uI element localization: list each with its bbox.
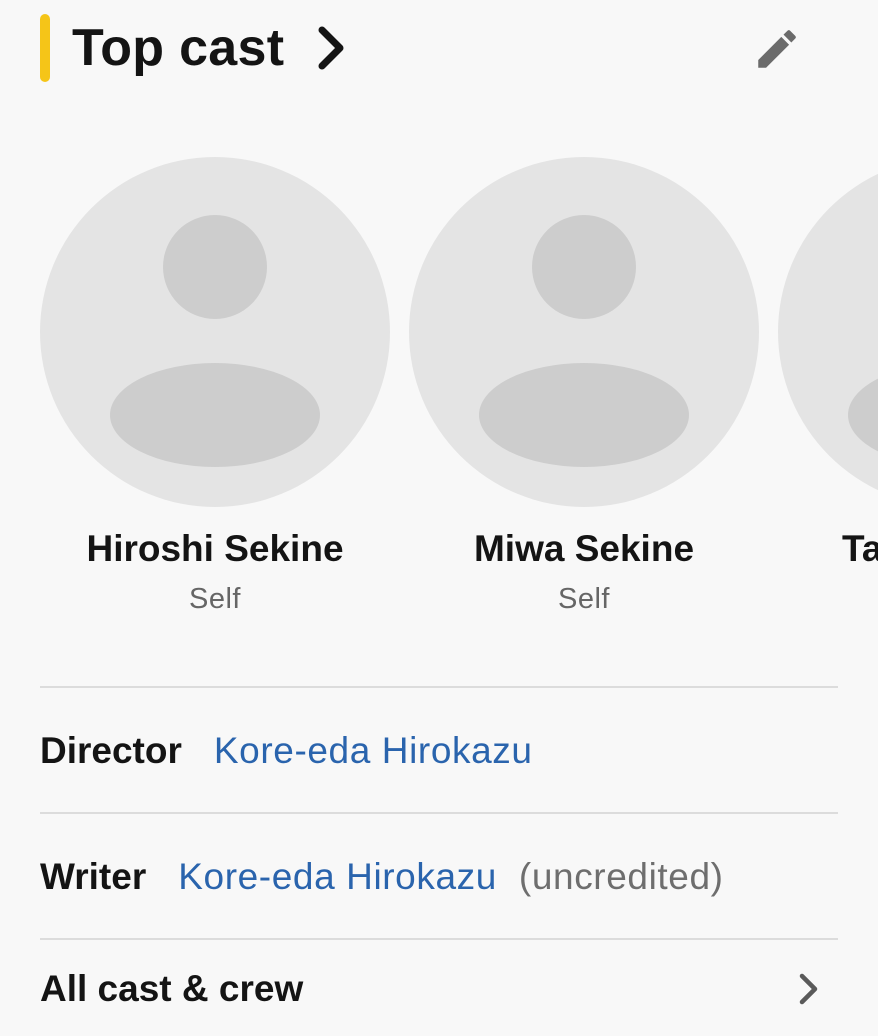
cast-carousel[interactable]: Hiroshi Sekine Self Miwa Sekine Self Ta bbox=[0, 150, 878, 630]
edit-button[interactable] bbox=[748, 22, 806, 80]
divider bbox=[40, 686, 838, 688]
accent-bar bbox=[40, 14, 50, 82]
top-cast-title-link[interactable]: Top cast bbox=[72, 14, 348, 82]
cast-card[interactable]: Hiroshi Sekine Self bbox=[40, 150, 400, 620]
divider bbox=[40, 812, 838, 814]
writer-label: Writer bbox=[40, 856, 147, 897]
cast-name: Ta bbox=[842, 528, 878, 569]
section-header: Top cast bbox=[0, 0, 878, 100]
writer-note: (uncredited) bbox=[518, 856, 724, 897]
chevron-right-icon bbox=[794, 969, 824, 1009]
all-cast-crew-link[interactable]: All cast & crew bbox=[40, 942, 838, 1036]
cast-name: Hiroshi Sekine bbox=[86, 528, 344, 569]
pencil-icon bbox=[752, 24, 802, 79]
section-title: Top cast bbox=[72, 19, 285, 77]
avatar bbox=[40, 157, 390, 507]
writer-row: Writer Kore-eda Hirokazu (uncredited) bbox=[40, 816, 838, 938]
director-row: Director Kore-eda Hirokazu bbox=[40, 690, 838, 812]
cast-card[interactable]: Ta bbox=[778, 150, 878, 620]
all-cast-crew-label: All cast & crew bbox=[40, 968, 304, 1009]
cast-card[interactable]: Miwa Sekine Self bbox=[409, 150, 769, 620]
cast-name: Miwa Sekine bbox=[473, 528, 695, 569]
cast-role: Self bbox=[558, 583, 610, 615]
person-placeholder-icon bbox=[40, 157, 390, 507]
divider bbox=[40, 938, 838, 940]
person-placeholder-icon bbox=[778, 157, 878, 507]
top-cast-section: Top cast Hiroshi Sekine Self Miwa Sekine… bbox=[0, 0, 878, 1036]
director-link[interactable]: Kore-eda Hirokazu bbox=[214, 730, 533, 772]
avatar bbox=[409, 157, 759, 507]
avatar bbox=[778, 157, 878, 507]
person-placeholder-icon bbox=[409, 157, 759, 507]
writer-link[interactable]: Kore-eda Hirokazu bbox=[178, 856, 497, 898]
cast-role: Self bbox=[189, 583, 241, 615]
director-label: Director bbox=[40, 730, 182, 771]
chevron-right-icon bbox=[314, 25, 348, 71]
